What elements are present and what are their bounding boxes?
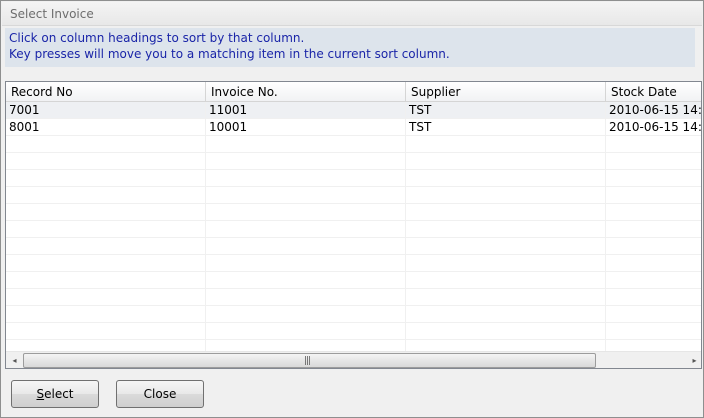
cell-stock-date: 2010-06-15 14: [606, 102, 701, 119]
instruction-line-2: Key presses will move you to a matching … [9, 47, 450, 61]
column-header-invoice-no[interactable]: Invoice No. [206, 82, 406, 102]
title-bar: Select Invoice [2, 2, 702, 26]
table-row-empty [6, 272, 701, 289]
scrollbar-grip-icon: ||| [304, 356, 311, 366]
cell-record-no: 8001 [6, 119, 206, 136]
invoice-table: Record No Invoice No. Supplier Stock Dat… [5, 81, 702, 369]
table-row-empty [6, 238, 701, 255]
cell-record-no: 7001 [6, 102, 206, 119]
select-button[interactable]: Select [11, 380, 99, 408]
table-header: Record No Invoice No. Supplier Stock Dat… [6, 82, 701, 102]
table-body: 7001 11001 TST 2010-06-15 14: 8001 10001… [6, 102, 701, 357]
table-row-empty [6, 170, 701, 187]
instructions-panel: Click on column headings to sort by that… [5, 28, 695, 67]
table-row-empty [6, 136, 701, 153]
column-header-record-no[interactable]: Record No [6, 82, 206, 102]
instruction-line-1: Click on column headings to sort by that… [9, 31, 305, 45]
table-row-empty [6, 221, 701, 238]
table-row-empty [6, 153, 701, 170]
horizontal-scrollbar[interactable]: ◂ ||| ▸ [6, 351, 701, 368]
select-label: elect [44, 387, 74, 401]
table-row-empty [6, 204, 701, 221]
cell-invoice-no: 11001 [206, 102, 406, 119]
table-row-empty [6, 289, 701, 306]
table-row-empty [6, 255, 701, 272]
select-mnemonic: S [36, 387, 45, 401]
table-row-empty [6, 187, 701, 204]
close-button[interactable]: Close [116, 380, 204, 408]
cell-supplier: TST [406, 102, 606, 119]
column-header-supplier[interactable]: Supplier [406, 82, 606, 102]
table-row[interactable]: 7001 11001 TST 2010-06-15 14: [6, 102, 701, 119]
window-title: Select Invoice [10, 7, 94, 21]
table-row-empty [6, 306, 701, 323]
column-header-stock-date[interactable]: Stock Date [606, 82, 701, 102]
select-invoice-dialog: Select Invoice Click on column headings … [0, 0, 704, 418]
scroll-left-icon[interactable]: ◂ [6, 352, 23, 368]
cell-invoice-no: 10001 [206, 119, 406, 136]
cell-supplier: TST [406, 119, 606, 136]
table-row-empty [6, 323, 701, 340]
scroll-right-icon[interactable]: ▸ [686, 352, 701, 368]
scrollbar-thumb[interactable]: ||| [23, 353, 596, 368]
cell-stock-date: 2010-06-15 14: [606, 119, 701, 136]
table-row[interactable]: 8001 10001 TST 2010-06-15 14: [6, 119, 701, 136]
